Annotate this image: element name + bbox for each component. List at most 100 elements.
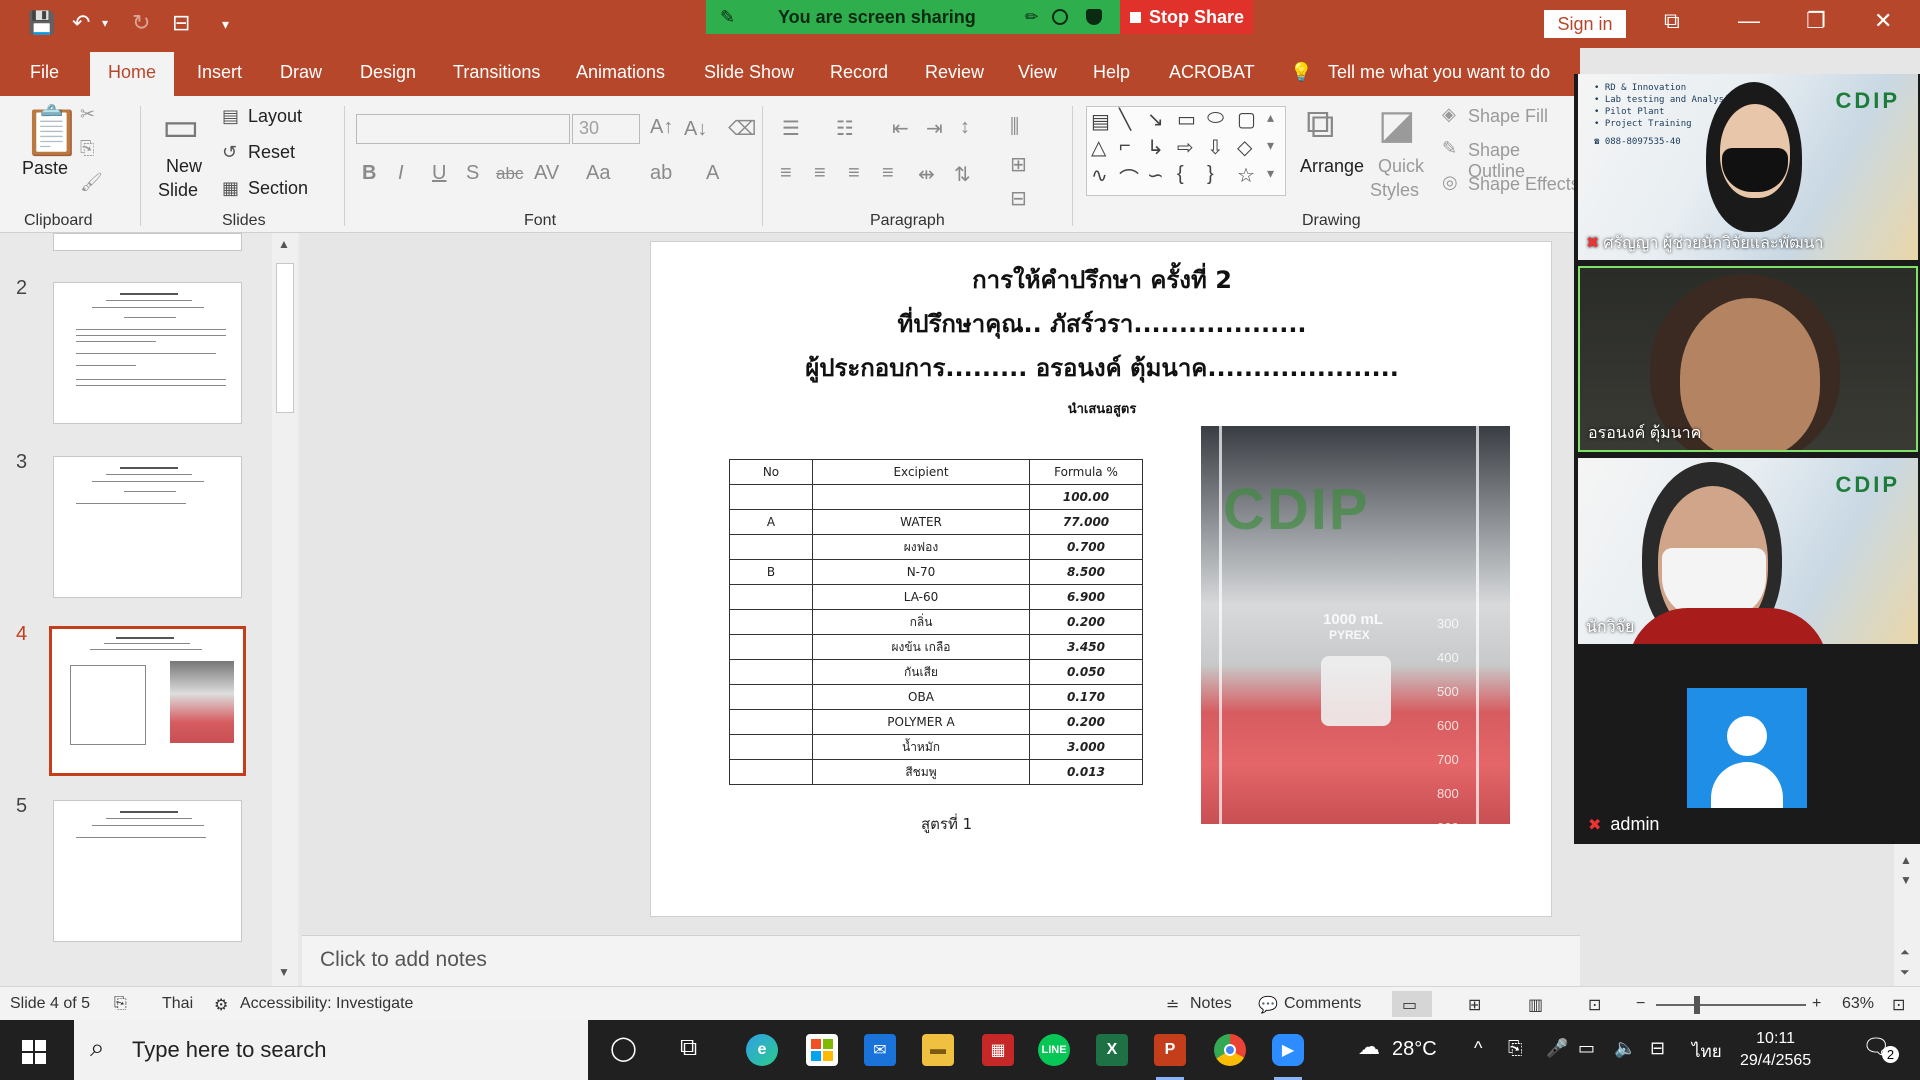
align-left-icon[interactable]: ≡ <box>780 162 792 185</box>
avatar[interactable] <box>1687 688 1807 808</box>
layout-button[interactable]: Layout <box>248 106 302 127</box>
italic-icon[interactable]: I <box>398 162 404 185</box>
freeform-shape-icon[interactable]: ◇ <box>1237 135 1252 160</box>
scroll-down-icon[interactable]: ▼ <box>278 965 290 979</box>
bullets-icon[interactable]: ☰ <box>782 116 800 141</box>
mail-icon[interactable]: ✉ <box>864 1034 896 1066</box>
cortana-icon[interactable]: ◯ <box>610 1034 637 1063</box>
decrease-indent-icon[interactable]: ⇤ <box>892 116 909 141</box>
underline-icon[interactable]: U <box>432 162 446 185</box>
previous-slide-icon[interactable]: ⏶ <box>1900 945 1910 960</box>
curve-shape-icon[interactable]: ∽ <box>1147 163 1164 188</box>
temperature[interactable]: 28°C <box>1392 1038 1437 1061</box>
thumbnail-slide-1[interactable] <box>53 233 242 251</box>
show-hidden-icons-icon[interactable]: ^ <box>1474 1038 1482 1059</box>
line-shape-icon[interactable]: ╲ <box>1119 107 1131 132</box>
formula-table[interactable]: No Excipient Formula % 100.00 A WATER 77.000 ผง… <box>729 459 1143 785</box>
powerpoint-icon[interactable]: P <box>1154 1034 1186 1066</box>
beaker-photo[interactable]: CDIP 1000 mL PYREX 300 400 500 600 700 800 900 <box>1201 426 1510 835</box>
spellcheck-icon[interactable]: ⎘ <box>114 995 127 1013</box>
present-icon[interactable]: ⊟ <box>172 10 190 36</box>
new-slide-label-2[interactable]: Slide <box>158 180 198 201</box>
highlight-icon[interactable]: ab <box>650 162 672 185</box>
arc-shape-icon[interactable]: ⌒ <box>1119 163 1139 192</box>
right-brace-shape-icon[interactable]: } <box>1207 163 1214 186</box>
tab-home[interactable]: Home <box>90 52 175 96</box>
shape-fill-icon[interactable]: ◈ <box>1442 104 1456 125</box>
thumbnail-slide-5[interactable] <box>53 800 242 942</box>
tab-slide-show[interactable]: Slide Show <box>704 62 794 83</box>
notes-button[interactable]: Notes <box>1190 995 1232 1013</box>
thumbnail-slide-3[interactable] <box>53 456 242 598</box>
shrink-font-icon[interactable]: A↓ <box>684 118 707 141</box>
font-size-input[interactable]: 30 <box>572 114 640 144</box>
save-icon[interactable]: 💾 <box>28 10 55 36</box>
meet-now-icon[interactable]: ⎘ <box>1508 1038 1522 1059</box>
mic-icon[interactable]: ✏ <box>1025 7 1038 27</box>
slide-sorter-icon[interactable]: ⊞ <box>1468 995 1481 1015</box>
tab-insert[interactable]: Insert <box>197 62 242 83</box>
slide-title-line-3[interactable]: ผู้ประกอบการ......... อรอนงค์ ตุ้มนาค...… <box>651 348 1553 387</box>
stop-share-button[interactable]: Stop Share <box>1120 0 1253 34</box>
battery-icon[interactable]: ▭ <box>1578 1038 1595 1059</box>
zoom-slider[interactable] <box>1656 1004 1806 1006</box>
language-indicator[interactable]: Thai <box>162 995 193 1013</box>
align-right-icon[interactable]: ≡ <box>848 162 860 185</box>
cut-icon[interactable]: ✂ <box>80 104 95 125</box>
shape-outline-icon[interactable]: ✎ <box>1442 138 1457 159</box>
scribble-shape-icon[interactable]: ∿ <box>1091 163 1108 188</box>
participant-video-active-speaker[interactable]: อรอนงค์ ตุ้มนาค <box>1578 266 1918 452</box>
notes-placeholder[interactable]: Click to add notes <box>320 948 487 972</box>
file-explorer-icon[interactable]: ▬ <box>922 1034 954 1066</box>
clear-formatting-icon[interactable]: ⌫ <box>728 116 756 141</box>
task-view-icon[interactable]: ⧉ <box>680 1034 697 1062</box>
elbow-connector-icon[interactable]: ⌐ <box>1119 135 1131 158</box>
new-slide-label-1[interactable]: New <box>166 156 202 177</box>
zoom-slider-knob[interactable] <box>1694 996 1700 1014</box>
new-slide-icon[interactable]: ▭ <box>162 104 200 150</box>
security-app-icon[interactable]: ▦ <box>982 1034 1014 1066</box>
fit-slide-icon[interactable]: ⊡ <box>1892 995 1905 1015</box>
distribute-icon[interactable]: ⇹ <box>918 162 935 187</box>
tab-help[interactable]: Help <box>1093 62 1130 83</box>
scroll-down-icon[interactable]: ▼ <box>1900 873 1912 887</box>
volume-icon[interactable]: 🔈 <box>1614 1038 1636 1059</box>
thumbnail-slide-4[interactable] <box>49 626 246 776</box>
tab-design[interactable]: Design <box>360 62 416 83</box>
gallery-down-icon[interactable]: ▾ <box>1267 137 1274 154</box>
tell-me-search[interactable]: Tell me what you want to do <box>1328 62 1550 83</box>
network-icon[interactable]: ⊟ <box>1650 1038 1665 1059</box>
minimize-icon[interactable]: — <box>1738 8 1760 34</box>
shape-fill-button[interactable]: Shape Fill <box>1468 106 1548 127</box>
notes-icon[interactable]: ≐ <box>1166 995 1179 1015</box>
shape-effects-icon[interactable]: ◎ <box>1442 172 1458 193</box>
clock[interactable]: 10:11 29/4/2565 <box>1740 1028 1811 1072</box>
oval-shape-icon[interactable]: ⬭ <box>1207 107 1224 130</box>
tab-draw[interactable]: Draw <box>280 62 322 83</box>
columns-icon[interactable]: ⫼ <box>1010 116 1019 139</box>
elbow-arrow-icon[interactable]: ↳ <box>1147 135 1164 160</box>
slideshow-icon[interactable]: ⊡ <box>1588 995 1601 1015</box>
layout-icon[interactable]: ▤ <box>222 106 239 127</box>
thumbnail-slide-2[interactable] <box>53 282 242 424</box>
sign-in-button[interactable]: Sign in <box>1544 10 1626 38</box>
triangle-shape-icon[interactable]: △ <box>1091 135 1106 160</box>
gallery-more-icon[interactable]: ▾ <box>1267 165 1274 182</box>
arrange-icon[interactable]: ⧉ <box>1306 102 1335 147</box>
bold-icon[interactable]: B <box>362 162 376 185</box>
gallery-up-icon[interactable]: ▴ <box>1267 109 1274 126</box>
comments-button[interactable]: Comments <box>1284 995 1361 1013</box>
paste-label[interactable]: Paste <box>22 158 68 179</box>
taskbar-search[interactable]: ⌕ Type here to search <box>74 1020 588 1080</box>
star-shape-icon[interactable]: ☆ <box>1237 163 1255 188</box>
line-spacing-icon[interactable]: ↕ <box>960 116 970 139</box>
font-name-input[interactable] <box>356 114 570 144</box>
scroll-up-icon[interactable]: ▲ <box>1900 853 1912 867</box>
paste-icon[interactable]: 📋 <box>22 102 82 159</box>
zoom-level[interactable]: 63% <box>1842 995 1874 1013</box>
numbering-icon[interactable]: ☷ <box>836 116 854 141</box>
quick-styles-icon[interactable]: ◪ <box>1378 102 1416 148</box>
redo-icon[interactable]: ↻ <box>132 10 150 36</box>
tab-transitions[interactable]: Transitions <box>453 62 540 83</box>
slide-title-line-1[interactable]: การให้คำปรึกษา ครั้งที่ 2 <box>651 260 1553 299</box>
